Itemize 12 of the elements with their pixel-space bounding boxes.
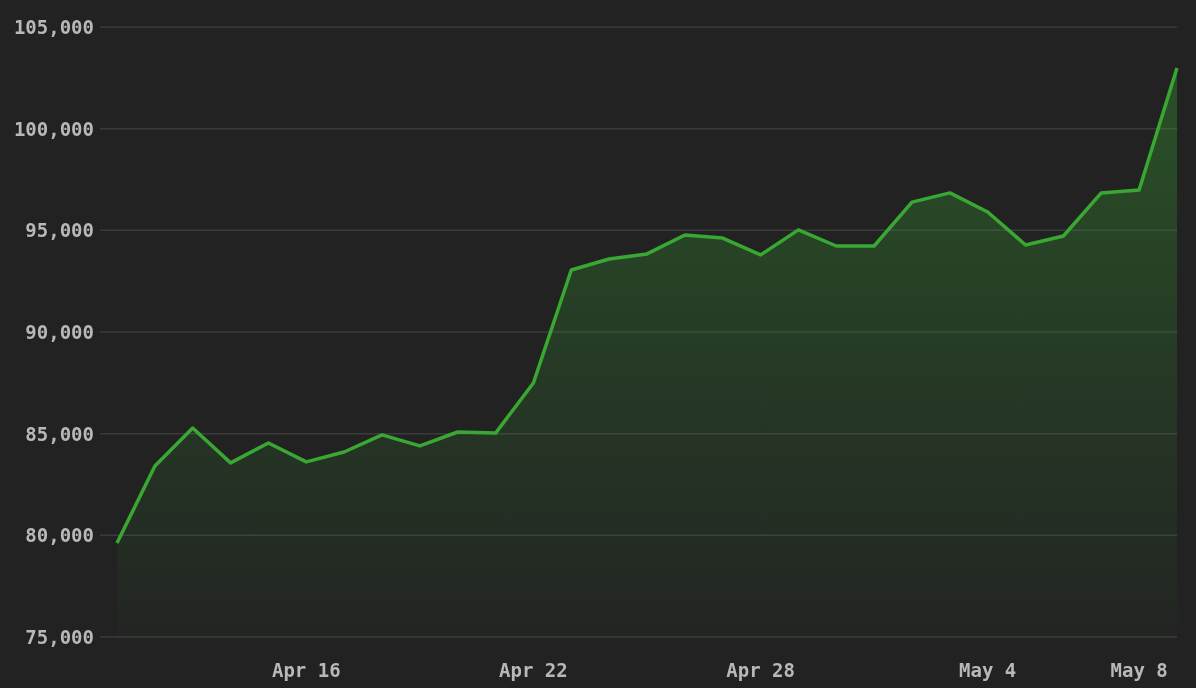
x-axis-label: May 8 (1110, 659, 1168, 681)
y-axis-label: 85,000 (25, 422, 94, 445)
y-axis-label: 90,000 (25, 321, 94, 343)
y-axis-label: 95,000 (25, 219, 94, 242)
y-axis-label: 100,000 (13, 117, 94, 140)
x-axis-label: Apr 16 (271, 659, 341, 681)
x-axis-label: May 4 (959, 659, 1017, 681)
y-axis-label: 80,000 (25, 524, 94, 547)
x-axis-label: Apr 28 (726, 659, 795, 681)
y-axis-label: 105,000 (13, 16, 94, 38)
x-axis-label: Apr 22 (499, 659, 568, 681)
y-axis-label: 75,000 (25, 626, 94, 648)
